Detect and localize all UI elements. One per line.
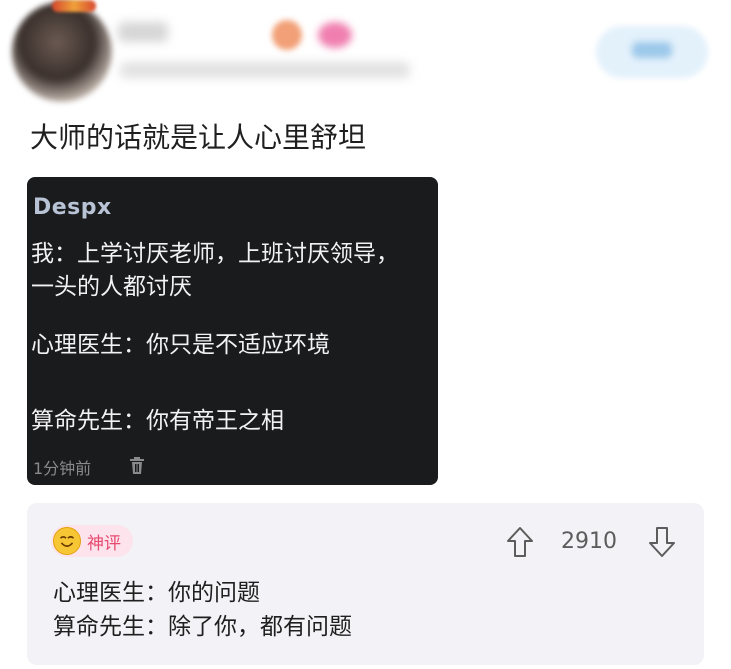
screenshot-author: Despx [33, 195, 112, 220]
post-meta-blurred [120, 62, 410, 78]
embedded-screenshot: Despx 我：上学讨厌老师，上班讨厌领导， 一头的人都讨厌 心理医生：你只是不… [27, 177, 438, 485]
post-text: 大师的话就是让人心里舒坦 [30, 121, 367, 154]
god-comment-badge: 神评 [51, 525, 133, 557]
avatar[interactable] [12, 2, 112, 102]
username-blurred[interactable] [118, 22, 168, 42]
follow-button[interactable] [596, 26, 708, 78]
heart-badge-icon [318, 22, 352, 48]
badge-label: 神评 [87, 533, 121, 554]
upvote-arrow-icon[interactable] [505, 525, 535, 559]
comment-line: 算命先生：除了你，都有问题 [53, 614, 352, 640]
trash-icon [130, 457, 144, 474]
screenshot-line: 我：上学讨厌老师，上班讨厌领导， [31, 241, 399, 267]
downvote-arrow-icon[interactable] [647, 525, 677, 559]
screenshot-timestamp: 1分钟前 [33, 459, 92, 478]
post-header [0, 0, 731, 110]
comment-line: 心理医生：你的问题 [53, 580, 260, 606]
screenshot-line: 一头的人都讨厌 [31, 274, 192, 300]
badge-icon [272, 20, 302, 50]
avatar-decoration [52, 0, 96, 12]
screenshot-line: 算命先生：你有帝王之相 [31, 408, 284, 434]
smiley-face-icon [53, 527, 81, 555]
vote-count: 2910 [561, 529, 617, 554]
screenshot-line: 心理医生：你只是不适应环境 [31, 332, 330, 358]
top-comment: 神评 2910 心理医生：你的问题 算命先生：除了你，都有问题 [27, 503, 704, 665]
